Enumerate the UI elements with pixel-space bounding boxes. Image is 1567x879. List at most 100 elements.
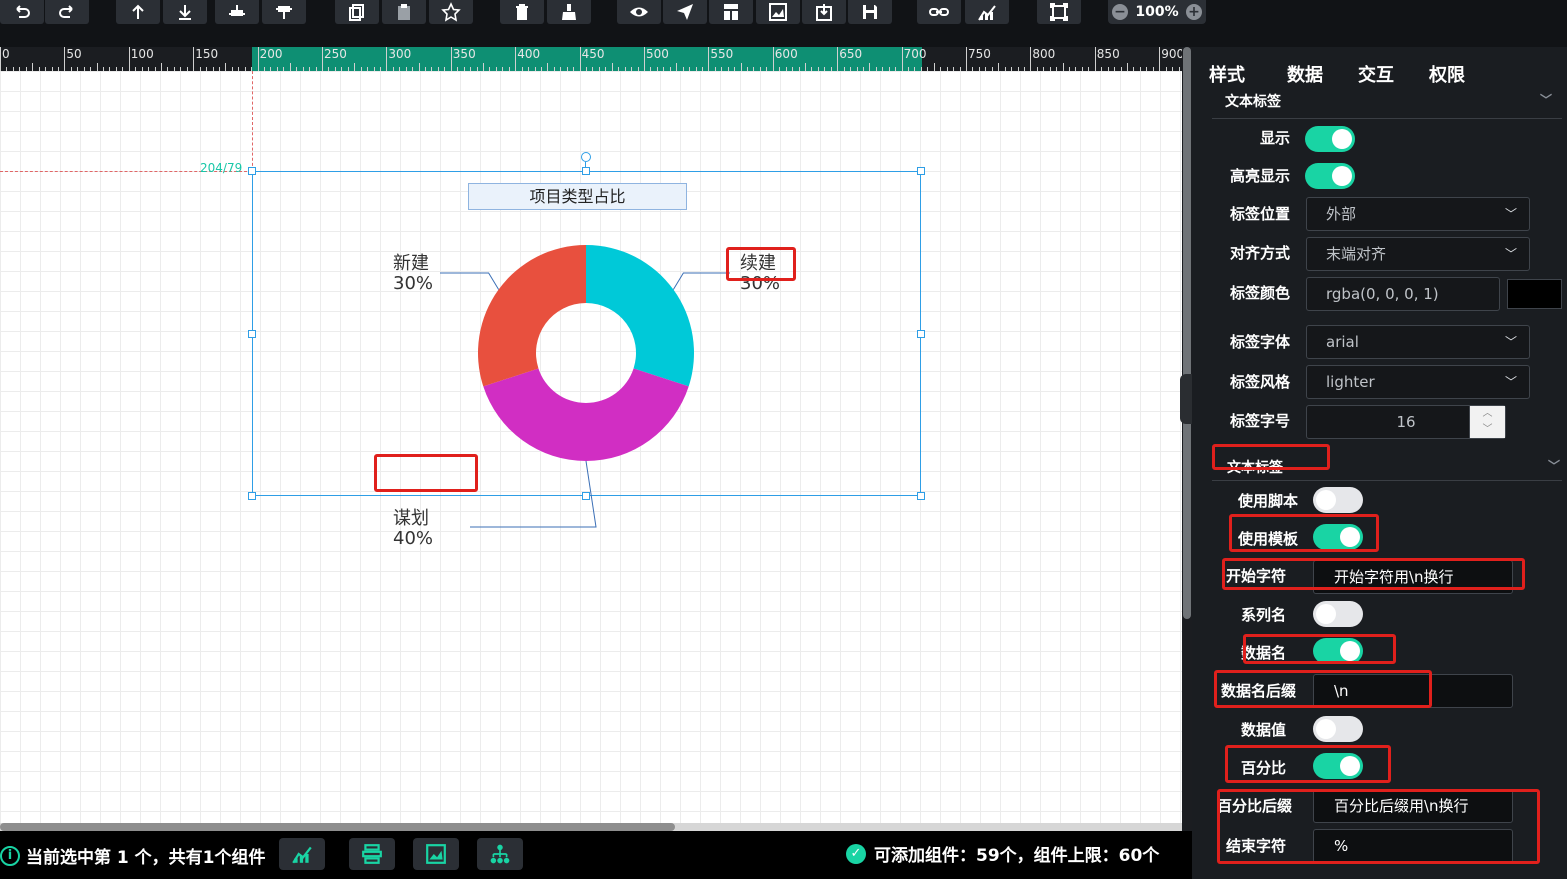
use-script-toggle[interactable] bbox=[1313, 487, 1363, 513]
section-header-text-label[interactable]: 文本标签 ﹀ bbox=[1212, 91, 1562, 119]
align-top-icon[interactable] bbox=[215, 0, 259, 24]
undo-icon[interactable] bbox=[0, 0, 44, 24]
align-bottom-icon[interactable] bbox=[262, 0, 306, 24]
select-value: 外部 bbox=[1326, 205, 1357, 223]
ruler-tick bbox=[289, 63, 291, 71]
ruler-label: 400 bbox=[517, 47, 541, 61]
label-color-input[interactable]: rgba(0, 0, 0, 1) bbox=[1306, 277, 1500, 311]
delete-icon[interactable] bbox=[500, 0, 544, 24]
redo-icon[interactable] bbox=[45, 0, 89, 24]
ruler-tick bbox=[933, 63, 935, 71]
zoom-level: 100% bbox=[1135, 4, 1179, 20]
style-label: 标签风格 bbox=[1229, 373, 1290, 391]
ruler-tick bbox=[901, 47, 903, 71]
ruler-label: 800 bbox=[1032, 47, 1056, 61]
ruler-tick bbox=[579, 47, 581, 71]
ruler-tick bbox=[483, 63, 484, 71]
scrollbar-thumb[interactable] bbox=[1183, 47, 1191, 619]
donut-slice[interactable] bbox=[483, 368, 689, 462]
capacity-status: ✓ 可添加组件：59个，组件上限：60个 bbox=[846, 841, 1159, 866]
ruler-tick bbox=[386, 47, 388, 71]
ruler-tick bbox=[515, 47, 517, 71]
resize-handle-w[interactable] bbox=[248, 330, 256, 338]
toggle-knob bbox=[1332, 129, 1352, 149]
increment-icon[interactable]: ︿ bbox=[1470, 406, 1505, 422]
paste-icon[interactable] bbox=[382, 0, 426, 24]
resize-handle-n[interactable] bbox=[582, 167, 590, 175]
resize-handle-se[interactable] bbox=[917, 492, 925, 500]
stepper-value: 16 bbox=[1396, 413, 1416, 431]
ruler-tick bbox=[193, 47, 195, 71]
ruler-label: 200 bbox=[259, 47, 283, 61]
copy-icon[interactable] bbox=[335, 0, 379, 24]
chart-components-icon[interactable] bbox=[279, 838, 325, 870]
ruler-tick bbox=[740, 63, 742, 71]
image-icon[interactable] bbox=[756, 0, 800, 24]
tab-interaction[interactable]: 交互 bbox=[1358, 61, 1394, 87]
label-leader-line bbox=[470, 460, 597, 528]
clear-icon[interactable] bbox=[547, 0, 591, 24]
annotation-box bbox=[1222, 558, 1525, 590]
panel-collapse-handle[interactable] bbox=[1180, 374, 1192, 424]
chart-icon[interactable] bbox=[965, 0, 1009, 24]
canvas-vertical-scrollbar[interactable] bbox=[1182, 47, 1192, 831]
property-panel: 样式 数据 交互 权限 文本标签 ﹀ 显示 高亮显示 标签位置 外部 ﹀ 对齐方式… bbox=[1192, 47, 1567, 879]
ruler-tick bbox=[1159, 47, 1161, 71]
resize-handle-sw[interactable] bbox=[248, 492, 256, 500]
publish-icon[interactable] bbox=[663, 0, 707, 24]
structure-components-icon[interactable] bbox=[477, 838, 523, 870]
align-select[interactable]: 末端对齐 ﹀ bbox=[1306, 237, 1530, 271]
annotation-box bbox=[374, 454, 478, 492]
highlight-toggle[interactable] bbox=[1305, 163, 1355, 189]
layout-components-icon[interactable] bbox=[349, 838, 395, 870]
move-down-icon[interactable] bbox=[163, 0, 207, 24]
font-select[interactable]: arial ﹀ bbox=[1306, 325, 1530, 359]
chevron-down-icon: ﹀ bbox=[1504, 247, 1517, 261]
donut-slice[interactable] bbox=[586, 245, 694, 387]
font-weight-select[interactable]: lighter ﹀ bbox=[1306, 365, 1530, 399]
color-swatch[interactable] bbox=[1507, 279, 1562, 309]
tab-permission[interactable]: 权限 bbox=[1429, 61, 1465, 87]
donut-slice[interactable] bbox=[478, 245, 586, 387]
fullscreen-icon[interactable] bbox=[1037, 0, 1081, 24]
ruler-tick bbox=[418, 63, 420, 71]
zoom-in-icon[interactable]: + bbox=[1185, 4, 1202, 20]
ruler-tick bbox=[644, 47, 645, 71]
zoom-out-icon[interactable]: − bbox=[1112, 4, 1128, 20]
link-icon[interactable] bbox=[917, 0, 961, 24]
series-name-toggle[interactable] bbox=[1313, 601, 1363, 627]
data-value-toggle[interactable] bbox=[1313, 716, 1363, 742]
resize-handle-nw[interactable] bbox=[248, 167, 256, 175]
preview-icon[interactable] bbox=[617, 0, 661, 24]
font-label: 标签字体 bbox=[1229, 333, 1290, 351]
ruler-tick bbox=[0, 47, 1, 71]
ruler-label: 50 bbox=[66, 47, 82, 61]
resize-handle-e[interactable] bbox=[917, 330, 925, 338]
ruler-tick bbox=[257, 47, 259, 71]
media-components-icon[interactable] bbox=[413, 838, 459, 870]
decrement-icon[interactable]: ﹀ bbox=[1470, 422, 1505, 438]
save-icon[interactable] bbox=[848, 0, 892, 24]
editor-app: − 100% + 0 50 100 150 200 250 300 350 400 450 500 5… bbox=[0, 0, 1567, 879]
ruler-tick bbox=[128, 47, 130, 71]
label-position-select[interactable]: 外部 ﹀ bbox=[1306, 197, 1530, 231]
template-icon[interactable] bbox=[709, 0, 753, 24]
ruler-label: 900 bbox=[1161, 47, 1182, 61]
zoom-control: − 100% + bbox=[1108, 0, 1206, 24]
export-icon[interactable] bbox=[802, 0, 846, 24]
chevron-down-icon: ﹀ bbox=[1504, 335, 1517, 349]
tab-style[interactable]: 样式 bbox=[1209, 61, 1245, 87]
show-toggle[interactable] bbox=[1305, 126, 1355, 152]
rotate-handle[interactable] bbox=[581, 152, 591, 162]
move-up-icon[interactable] bbox=[116, 0, 160, 24]
favorite-icon[interactable] bbox=[429, 0, 473, 24]
ruler-tick bbox=[322, 47, 323, 71]
tab-data[interactable]: 数据 bbox=[1287, 61, 1323, 87]
font-size-stepper[interactable]: 16 ︿ ﹀ bbox=[1306, 405, 1506, 439]
ruler-tick bbox=[805, 63, 806, 71]
resize-handle-ne[interactable] bbox=[917, 167, 925, 175]
canvas-horizontal-scrollbar[interactable] bbox=[0, 823, 1182, 831]
design-canvas[interactable]: 204/79 项目类型占比 续建 30% 谋划 40% 新建 30% bbox=[0, 71, 1182, 823]
scrollbar-thumb[interactable] bbox=[0, 823, 675, 831]
selection-text: 当前选中第 1 个，共有1个组件 bbox=[26, 848, 266, 868]
